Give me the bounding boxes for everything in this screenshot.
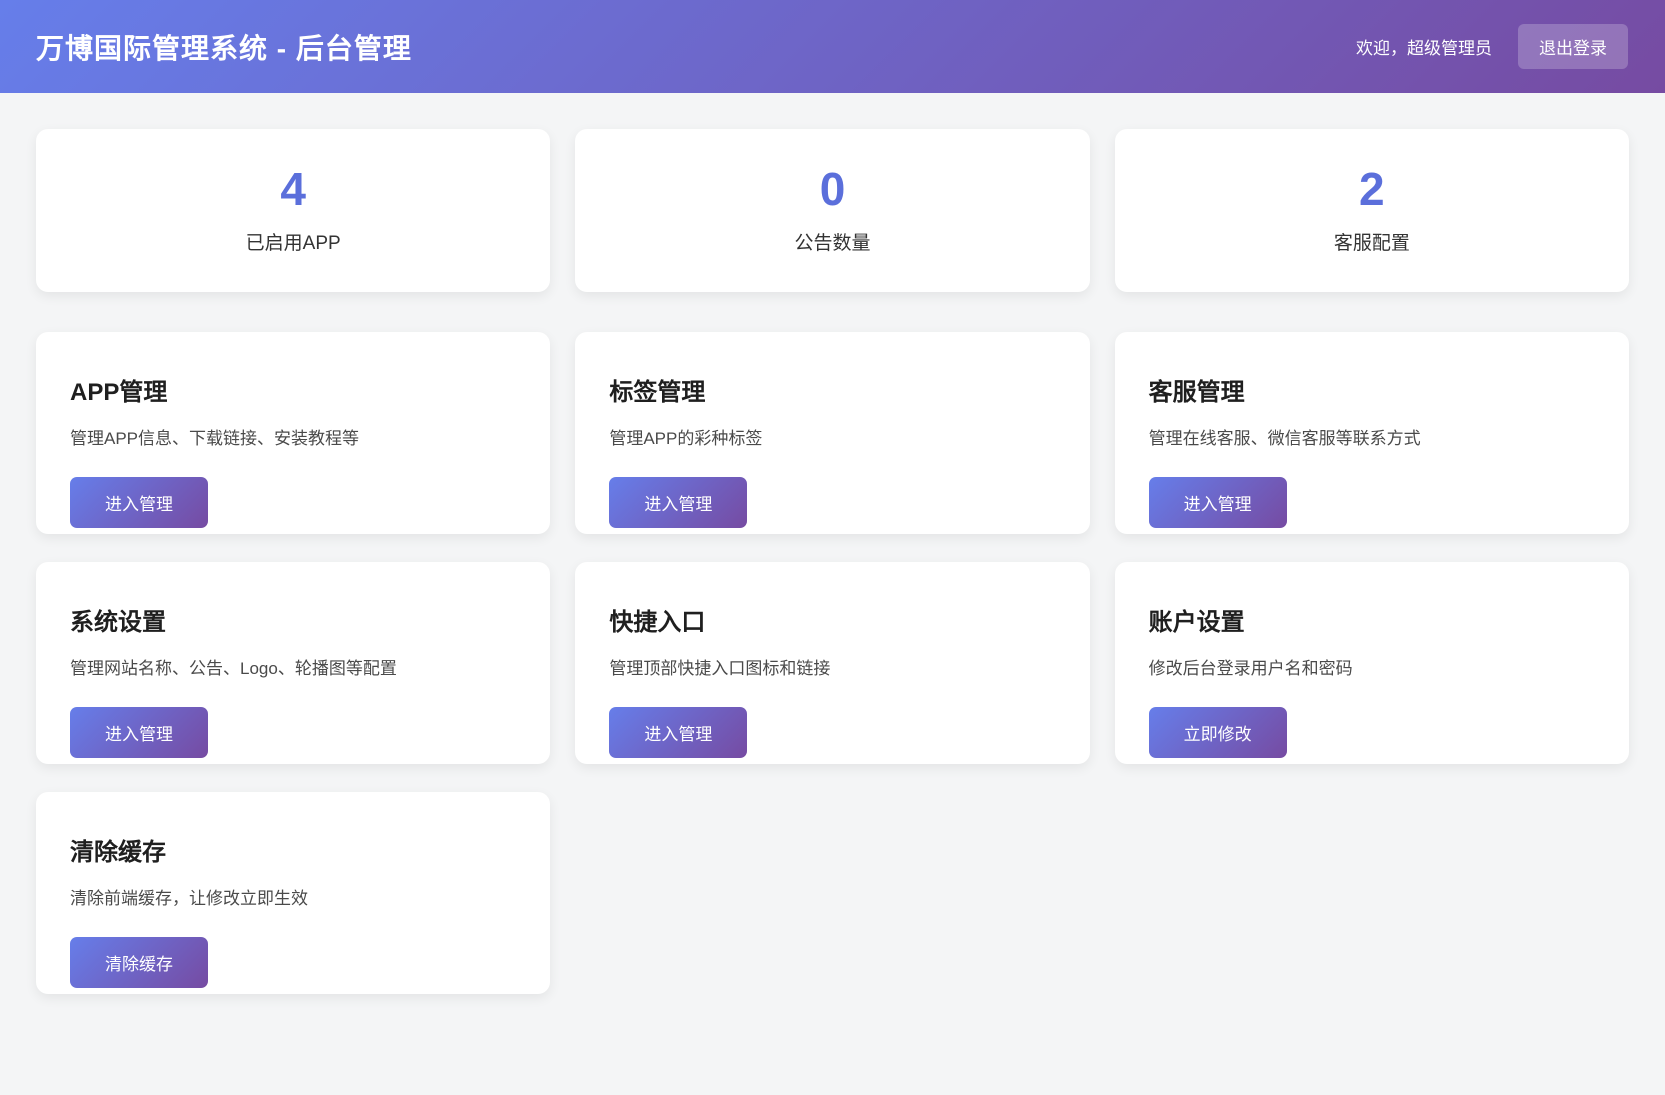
page-title: 万博国际管理系统 - 后台管理 <box>36 27 412 67</box>
feature-card-description: 管理网站名称、公告、Logo、轮播图等配置 <box>70 654 516 679</box>
feature-card-description: 管理顶部快捷入口图标和链接 <box>609 654 1055 679</box>
feature-card-title: 清除缓存 <box>70 832 516 867</box>
feature-card-description: 修改后台登录用户名和密码 <box>1149 654 1595 679</box>
feature-card-action-button[interactable]: 清除缓存 <box>70 937 208 988</box>
feature-card-title: 账户设置 <box>1149 602 1595 637</box>
feature-card-title: 标签管理 <box>609 372 1055 407</box>
feature-card-description: 管理APP信息、下载链接、安装教程等 <box>70 424 516 449</box>
feature-card-action-button[interactable]: 进入管理 <box>609 707 747 758</box>
feature-card: 账户设置 修改后台登录用户名和密码 立即修改 <box>1115 562 1629 764</box>
logout-button[interactable]: 退出登录 <box>1518 24 1628 69</box>
feature-card-action-button[interactable]: 进入管理 <box>609 477 747 528</box>
welcome-message: 欢迎，超级管理员 <box>1356 34 1492 59</box>
feature-card: 清除缓存 清除前端缓存，让修改立即生效 清除缓存 <box>36 792 550 994</box>
feature-card: 客服管理 管理在线客服、微信客服等联系方式 进入管理 <box>1115 332 1629 534</box>
stat-label: 客服配置 <box>1334 228 1410 255</box>
feature-card-action-button[interactable]: 进入管理 <box>70 707 208 758</box>
feature-card: 系统设置 管理网站名称、公告、Logo、轮播图等配置 进入管理 <box>36 562 550 764</box>
app-header: 万博国际管理系统 - 后台管理 欢迎，超级管理员 退出登录 <box>0 0 1665 93</box>
feature-card: 快捷入口 管理顶部快捷入口图标和链接 进入管理 <box>575 562 1089 764</box>
stat-card: 4 已启用APP <box>36 129 550 292</box>
stats-row: 4 已启用APP 0 公告数量 2 客服配置 <box>36 129 1629 292</box>
dashboard-main: 4 已启用APP 0 公告数量 2 客服配置 APP管理 管理APP信息、下载链… <box>0 93 1665 1030</box>
feature-card-description: 管理在线客服、微信客服等联系方式 <box>1149 424 1595 449</box>
feature-card: 标签管理 管理APP的彩种标签 进入管理 <box>575 332 1089 534</box>
stat-value: 0 <box>820 166 846 212</box>
stat-card: 2 客服配置 <box>1115 129 1629 292</box>
feature-card-title: 快捷入口 <box>609 602 1055 637</box>
stat-label: 公告数量 <box>794 228 870 255</box>
stat-label: 已启用APP <box>246 228 341 255</box>
feature-card: APP管理 管理APP信息、下载链接、安装教程等 进入管理 <box>36 332 550 534</box>
feature-card-action-button[interactable]: 进入管理 <box>1149 477 1287 528</box>
feature-card-title: 客服管理 <box>1149 372 1595 407</box>
feature-card-description: 管理APP的彩种标签 <box>609 424 1055 449</box>
stat-value: 4 <box>280 166 306 212</box>
feature-card-description: 清除前端缓存，让修改立即生效 <box>70 884 516 909</box>
header-user-area: 欢迎，超级管理员 退出登录 <box>1356 24 1628 69</box>
feature-card-action-button[interactable]: 立即修改 <box>1149 707 1287 758</box>
feature-cards-grid: APP管理 管理APP信息、下载链接、安装教程等 进入管理 标签管理 管理APP… <box>36 332 1629 994</box>
feature-card-title: 系统设置 <box>70 602 516 637</box>
stat-card: 0 公告数量 <box>575 129 1089 292</box>
feature-card-action-button[interactable]: 进入管理 <box>70 477 208 528</box>
stat-value: 2 <box>1359 166 1385 212</box>
feature-card-title: APP管理 <box>70 372 516 407</box>
